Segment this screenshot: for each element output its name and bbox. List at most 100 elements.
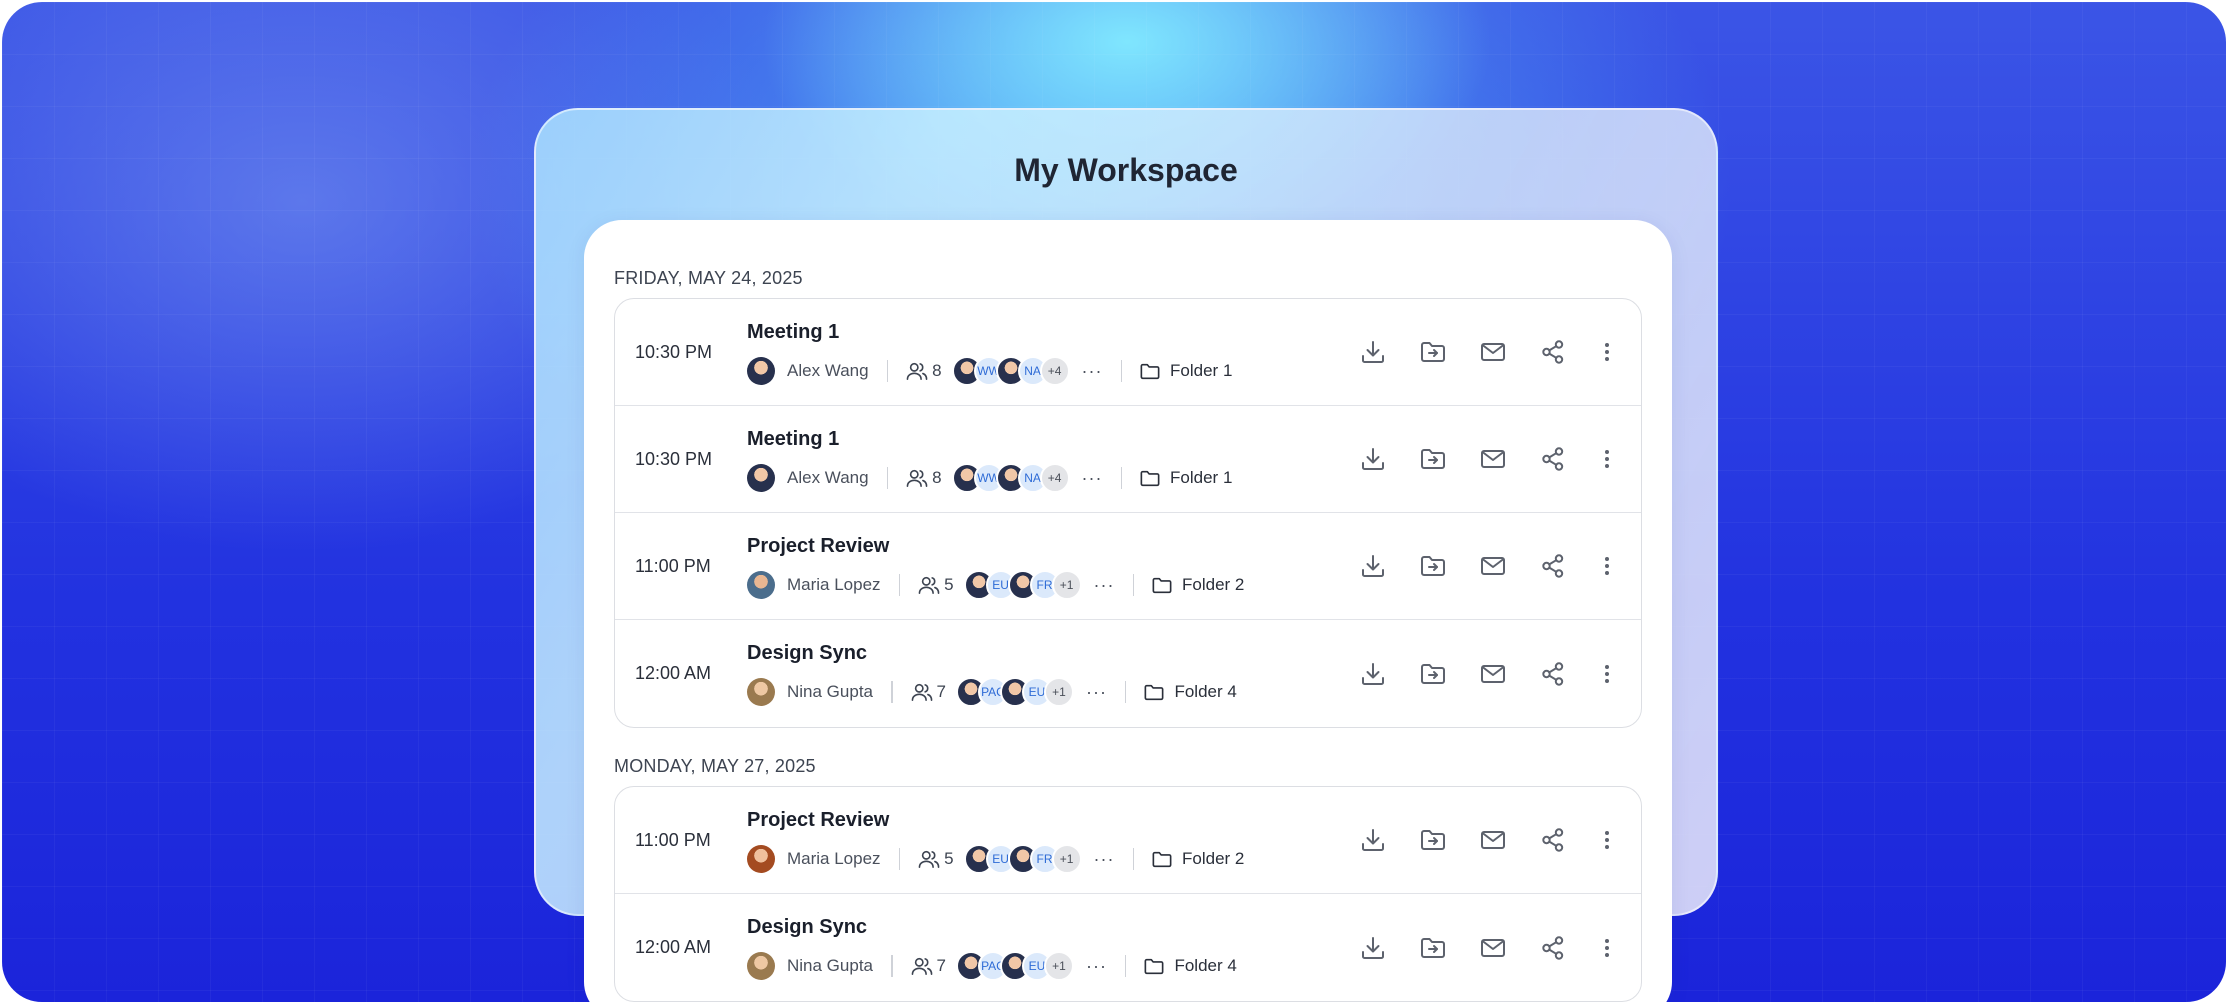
attendee-count: 8 bbox=[932, 468, 942, 487]
email-button[interactable] bbox=[1477, 824, 1509, 856]
move-to-folder-button[interactable] bbox=[1417, 336, 1449, 368]
folder-icon bbox=[1140, 470, 1160, 487]
share-button[interactable] bbox=[1537, 824, 1569, 856]
meeting-row[interactable]: 10:30 PM Meeting 1 Alex Wang 8 WW NA +4 ··… bbox=[615, 406, 1641, 513]
date-header: FRIDAY, MAY 24, 2025 bbox=[614, 268, 803, 288]
people-icon bbox=[906, 469, 928, 487]
more-attendees-icon[interactable]: ··· bbox=[1082, 468, 1103, 489]
download-button[interactable] bbox=[1357, 824, 1389, 856]
folder-link[interactable]: Folder 4 bbox=[1174, 682, 1236, 702]
more-options-button[interactable] bbox=[1595, 443, 1619, 475]
meeting-title[interactable]: Project Review bbox=[747, 809, 889, 832]
download-button[interactable] bbox=[1357, 932, 1389, 964]
meeting-row[interactable]: 11:00 PM Project Review Maria Lopez 5 EU… bbox=[615, 513, 1641, 620]
attendee-overflow-badge: +1 bbox=[1051, 570, 1082, 600]
attendee-avatars[interactable]: PAC EU +1 bbox=[955, 677, 1074, 707]
more-options-button[interactable] bbox=[1595, 336, 1619, 368]
email-button[interactable] bbox=[1477, 658, 1509, 690]
people-icon bbox=[906, 362, 928, 380]
email-button[interactable] bbox=[1477, 336, 1509, 368]
meeting-title[interactable]: Design Sync bbox=[747, 642, 867, 665]
folder-icon bbox=[1144, 958, 1164, 975]
divider bbox=[1120, 467, 1123, 489]
people-icon bbox=[911, 957, 932, 975]
mail-icon bbox=[1481, 938, 1505, 957]
meeting-title[interactable]: Project Review bbox=[747, 535, 889, 558]
mail-icon bbox=[1481, 343, 1505, 361]
more-attendees-icon[interactable]: ··· bbox=[1094, 849, 1115, 870]
mail-icon bbox=[1481, 831, 1505, 849]
more-attendees-icon[interactable]: ··· bbox=[1086, 956, 1107, 977]
download-icon bbox=[1362, 448, 1384, 470]
download-icon bbox=[1362, 829, 1384, 851]
people-icon bbox=[918, 576, 940, 594]
download-button[interactable] bbox=[1357, 336, 1389, 368]
download-button[interactable] bbox=[1357, 658, 1389, 690]
row-actions bbox=[1329, 513, 1619, 619]
folder-link[interactable]: Folder 4 bbox=[1174, 956, 1236, 976]
folder-link[interactable]: Folder 2 bbox=[1182, 575, 1244, 595]
share-button[interactable] bbox=[1537, 932, 1569, 964]
more-vertical-icon bbox=[1605, 664, 1609, 683]
meeting-meta: Alex Wang 8 WW NA +4 ··· Folder 1 bbox=[747, 355, 1232, 387]
divider bbox=[1120, 360, 1123, 382]
folder-link[interactable]: Folder 1 bbox=[1170, 468, 1232, 488]
attendee-avatars[interactable]: WW NA +4 bbox=[951, 356, 1070, 386]
email-button[interactable] bbox=[1477, 932, 1509, 964]
owner-avatar bbox=[747, 678, 775, 706]
attendee-overflow-badge: +4 bbox=[1039, 463, 1070, 493]
divider bbox=[1132, 574, 1135, 596]
folder-link[interactable]: Folder 2 bbox=[1182, 849, 1244, 869]
more-vertical-icon bbox=[1605, 938, 1609, 957]
more-attendees-icon[interactable]: ··· bbox=[1094, 575, 1115, 596]
share-button[interactable] bbox=[1537, 336, 1569, 368]
email-button[interactable] bbox=[1477, 443, 1509, 475]
meeting-title[interactable]: Meeting 1 bbox=[747, 321, 839, 344]
meeting-row[interactable]: 11:00 PM Project Review Maria Lopez 5 EU… bbox=[615, 787, 1641, 894]
meeting-title[interactable]: Meeting 1 bbox=[747, 428, 839, 451]
share-button[interactable] bbox=[1537, 658, 1569, 690]
move-to-folder-button[interactable] bbox=[1417, 932, 1449, 964]
download-button[interactable] bbox=[1357, 550, 1389, 582]
page-title: My Workspace bbox=[1014, 152, 1238, 188]
meeting-row[interactable]: 10:30 PM Meeting 1 Alex Wang 8 WW NA +4 ··… bbox=[615, 299, 1641, 406]
folder-link[interactable]: Folder 1 bbox=[1170, 361, 1232, 381]
meeting-meta: Maria Lopez 5 EU FR +1 ··· Folder 2 bbox=[747, 843, 1244, 875]
more-options-button[interactable] bbox=[1595, 932, 1619, 964]
more-attendees-icon[interactable]: ··· bbox=[1082, 361, 1103, 382]
meeting-time: 10:30 PM bbox=[635, 448, 713, 469]
share-button[interactable] bbox=[1537, 443, 1569, 475]
more-options-button[interactable] bbox=[1595, 550, 1619, 582]
download-icon bbox=[1362, 341, 1384, 363]
more-vertical-icon bbox=[1605, 343, 1609, 361]
move-to-folder-button[interactable] bbox=[1417, 658, 1449, 690]
download-button[interactable] bbox=[1357, 443, 1389, 475]
more-options-button[interactable] bbox=[1595, 658, 1619, 690]
owner-avatar bbox=[747, 357, 775, 385]
attendee-avatars[interactable]: EU FR +1 bbox=[963, 570, 1082, 600]
move-to-folder-icon bbox=[1421, 937, 1445, 958]
owner-name: Nina Gupta bbox=[787, 956, 873, 975]
share-button[interactable] bbox=[1537, 550, 1569, 582]
meeting-title[interactable]: Design Sync bbox=[747, 916, 867, 939]
attendee-avatars[interactable]: PAC EU +1 bbox=[955, 951, 1074, 981]
meeting-time: 11:00 PM bbox=[635, 829, 711, 850]
more-attendees-icon[interactable]: ··· bbox=[1086, 682, 1107, 703]
share-icon bbox=[1542, 935, 1564, 960]
attendee-avatars[interactable]: EU FR +1 bbox=[963, 844, 1082, 874]
attendee-overflow-badge: +4 bbox=[1039, 356, 1070, 386]
move-to-folder-button[interactable] bbox=[1417, 443, 1449, 475]
meeting-row[interactable]: 12:00 AM Design Sync Nina Gupta 7 PAC EU +… bbox=[615, 894, 1641, 1001]
divider bbox=[1124, 955, 1127, 977]
attendee-count: 5 bbox=[944, 849, 954, 868]
move-to-folder-button[interactable] bbox=[1417, 824, 1449, 856]
people-icon bbox=[918, 850, 940, 868]
meeting-row[interactable]: 12:00 AM Design Sync Nina Gupta 7 PAC EU +… bbox=[615, 620, 1641, 727]
email-button[interactable] bbox=[1477, 550, 1509, 582]
meeting-time: 12:00 AM bbox=[635, 937, 712, 957]
more-vertical-icon bbox=[1605, 831, 1609, 849]
divider bbox=[891, 681, 893, 703]
more-options-button[interactable] bbox=[1595, 824, 1619, 856]
attendee-avatars[interactable]: WW NA +4 bbox=[951, 463, 1070, 493]
move-to-folder-button[interactable] bbox=[1417, 550, 1449, 582]
